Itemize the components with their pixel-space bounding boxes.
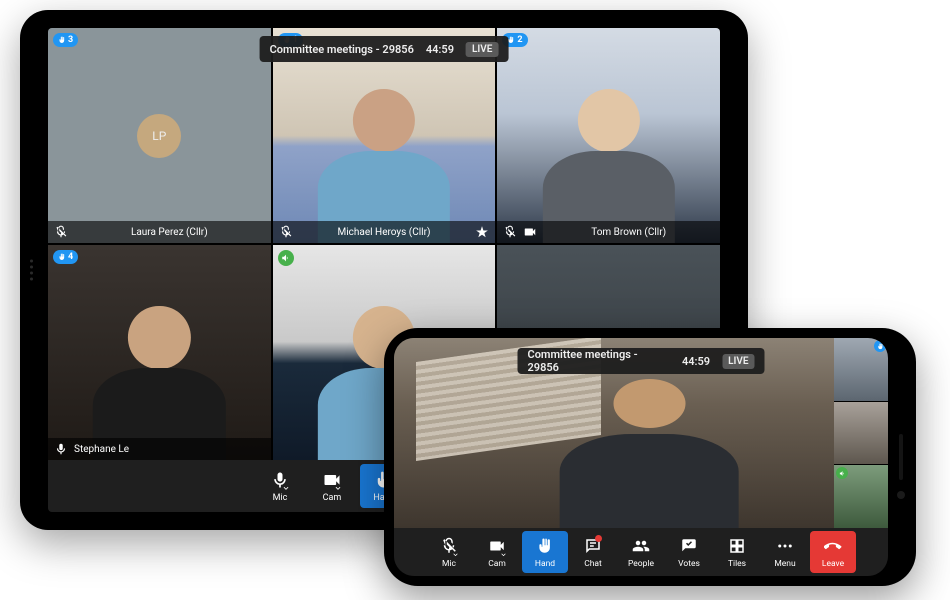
leave-button[interactable]: Leave xyxy=(810,531,856,573)
mic-muted-icon xyxy=(54,225,68,239)
meeting-title: Committee meetings - 29856 xyxy=(270,43,414,56)
meeting-title: Committee meetings - 29856 xyxy=(528,348,670,374)
speaking-icon xyxy=(836,467,848,479)
mic-icon xyxy=(54,442,68,456)
star-icon xyxy=(475,225,489,239)
participant-tile[interactable]: 2 Tom Brown (Cllr) xyxy=(497,28,720,243)
meeting-header: Committee meetings - 29856 44:59 LIVE xyxy=(260,36,509,62)
tiles-button[interactable]: Tiles xyxy=(714,531,760,573)
speaking-icon xyxy=(278,250,294,266)
participant-namebar: Michael Heroys (Cllr) xyxy=(273,221,496,243)
thumbnail-tile[interactable] xyxy=(834,465,888,528)
phone-speaker-slot xyxy=(899,434,903,480)
hand-count-badge: 3 xyxy=(53,33,78,47)
participant-thumbnails xyxy=(834,338,888,528)
mic-muted-icon xyxy=(503,225,517,239)
thumbnail-tile[interactable] xyxy=(834,338,888,401)
cam-icon xyxy=(523,225,537,239)
phone-camera-dot xyxy=(897,491,905,499)
meeting-timer: 44:59 xyxy=(426,43,454,56)
notification-dot xyxy=(595,535,602,542)
participant-namebar: Stephane Le xyxy=(48,438,271,460)
phone-device: Committee meetings - 29856 44:59 LIVE xyxy=(384,328,916,586)
mic-muted-icon xyxy=(279,225,293,239)
participant-namebar: Tom Brown (Cllr) xyxy=(497,221,720,243)
chat-button[interactable]: Chat xyxy=(570,531,616,573)
hand-badge-icon xyxy=(874,340,886,352)
live-badge: LIVE xyxy=(722,354,754,369)
people-button[interactable]: People xyxy=(618,531,664,573)
mic-button[interactable]: Mic xyxy=(426,531,472,573)
meeting-toolbar: Mic Cam Hand Chat People Votes xyxy=(394,528,888,576)
hand-count-badge: 4 xyxy=(53,250,78,264)
menu-button[interactable]: Menu xyxy=(762,531,808,573)
cam-button[interactable]: Cam xyxy=(308,464,356,508)
meeting-timer: 44:59 xyxy=(682,355,710,368)
cam-button[interactable]: Cam xyxy=(474,531,520,573)
avatar: LP xyxy=(137,114,181,158)
participant-tile[interactable]: 4 Stephane Le xyxy=(48,245,271,460)
thumbnail-tile[interactable] xyxy=(834,402,888,465)
meeting-header: Committee meetings - 29856 44:59 LIVE xyxy=(518,348,765,374)
votes-button[interactable]: Votes xyxy=(666,531,712,573)
participant-tile[interactable]: LP 3 Laura Perez (Cllr) xyxy=(48,28,271,243)
phone-screen: Committee meetings - 29856 44:59 LIVE xyxy=(394,338,888,576)
participant-namebar: Laura Perez (Cllr) xyxy=(48,221,271,243)
mic-button[interactable]: Mic xyxy=(256,464,304,508)
hand-button[interactable]: Hand xyxy=(522,531,568,573)
tablet-side-dots xyxy=(30,260,33,281)
live-badge: LIVE xyxy=(466,42,498,57)
